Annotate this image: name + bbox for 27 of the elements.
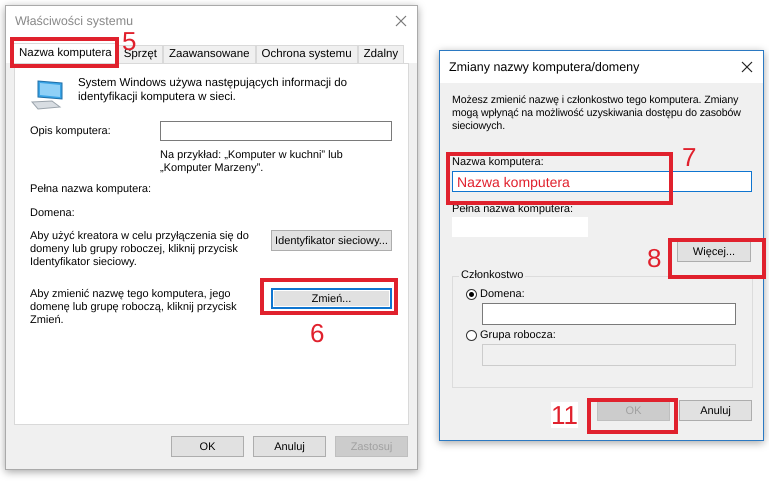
cancel-button[interactable]: Anuluj <box>679 400 752 421</box>
instruction-text: Aby zmienić nazwę tego komputera, jego domenę lub grupę roboczą, kliknij przycisk Zmień. <box>30 288 238 327</box>
field-label: Nazwa komputera: <box>452 156 544 169</box>
cancel-button[interactable]: Anuluj <box>253 436 326 457</box>
step-number: 8 <box>647 245 662 271</box>
ok-button[interactable]: OK <box>171 436 244 457</box>
window-title: Zmiany nazwy komputera/domeny <box>449 60 640 74</box>
field-label: Pełna nazwa komputera: <box>452 203 574 216</box>
network-id-button[interactable]: Identyfikator sieciowy... <box>271 230 392 251</box>
hint-text: Na przykład: „Komputer w kuchni” lub „Komputer Marzeny”. <box>160 149 344 175</box>
computer-name-field[interactable]: Nazwa komputera <box>452 171 752 192</box>
step-number: 7 <box>682 144 696 170</box>
field-label: Pełna nazwa komputera: <box>30 183 152 196</box>
step-number: 11 <box>551 402 578 428</box>
field-label: Domena: <box>30 207 76 220</box>
change-button[interactable]: Zmień... <box>271 288 392 309</box>
more-button[interactable]: Więcej... <box>677 241 751 262</box>
intro-text: Możesz zmienić nazwę i członkostwo tego komputera. Zmiany mogą wpłynąć na możliwość uzyskiwania dostępu do zasobów sieciowych. <box>452 94 742 133</box>
input-field[interactable] <box>482 303 736 325</box>
description-field[interactable] <box>160 121 392 141</box>
instruction-text: Aby użyć kreatora w celu przyłączenia się do domeny lub grupy roboczej, kliknij przycisk Identyfikator sieciowy. <box>30 230 250 269</box>
intro-text: System Windows używa następujących informacji do identyfikacji komputera w sieci. <box>78 76 348 104</box>
step-number: 6 <box>310 320 324 346</box>
radio-button[interactable]: Domena: <box>466 288 738 301</box>
window-title: Właściwości systemu <box>15 14 134 28</box>
close-icon[interactable] <box>741 61 753 73</box>
field-label: Opis komputera: <box>30 124 111 138</box>
